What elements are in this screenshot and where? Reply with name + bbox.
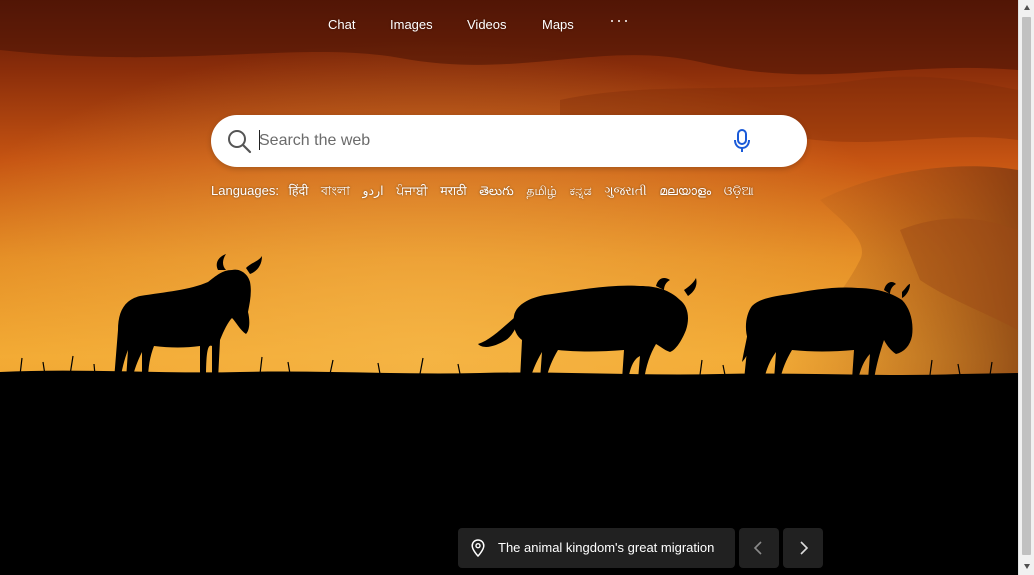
- language-link-tamil[interactable]: தமிழ்: [526, 183, 557, 198]
- language-link-odia[interactable]: ଓଡ଼ିଆ: [724, 183, 754, 198]
- languages-row: Languages: हिंदी বাংলা اردو ਪੰਜਾਬੀ मराठी…: [211, 181, 763, 201]
- language-link-malayalam[interactable]: മലയാളം: [659, 183, 711, 198]
- language-link-telugu[interactable]: తెలుగు: [479, 183, 514, 198]
- vertical-scrollbar[interactable]: [1018, 0, 1034, 575]
- search-box[interactable]: [211, 115, 807, 167]
- scroll-down-icon[interactable]: [1023, 562, 1031, 570]
- page: Chat Images Videos Maps Languages: हिंदी…: [0, 0, 1018, 575]
- next-image-button[interactable]: [783, 528, 823, 568]
- caption-text: The animal kingdom's great migration: [498, 540, 715, 555]
- top-navigation: Chat Images Videos Maps: [0, 16, 1018, 34]
- scrollbar-thumb[interactable]: [1022, 17, 1031, 555]
- nav-chat[interactable]: Chat: [328, 16, 355, 34]
- language-link-urdu[interactable]: اردو: [363, 183, 384, 198]
- previous-image-button[interactable]: [739, 528, 779, 568]
- text-cursor: [259, 130, 260, 150]
- search-input[interactable]: [259, 129, 709, 153]
- nav-maps[interactable]: Maps: [542, 16, 574, 34]
- search-icon: [228, 130, 252, 154]
- background-image: [0, 0, 1018, 575]
- chevron-right-icon: [800, 541, 809, 555]
- language-link-punjabi[interactable]: ਪੰਜਾਬੀ: [396, 183, 427, 198]
- language-link-kannada[interactable]: ಕನ್ನಡ: [570, 183, 592, 198]
- ellipsis-icon[interactable]: [609, 12, 631, 30]
- language-link-bangla[interactable]: বাংলা: [321, 183, 350, 198]
- nav-videos[interactable]: Videos: [467, 16, 507, 34]
- language-link-hindi[interactable]: हिंदी: [289, 183, 309, 198]
- scroll-up-icon[interactable]: [1023, 4, 1031, 12]
- language-link-gujarati[interactable]: ગુજરાતી: [604, 183, 646, 198]
- microphone-icon[interactable]: [731, 128, 753, 154]
- location-pin-icon: [471, 539, 485, 557]
- language-link-marathi[interactable]: मराठी: [440, 183, 466, 198]
- image-caption[interactable]: The animal kingdom's great migration: [458, 528, 735, 568]
- nav-images[interactable]: Images: [390, 16, 433, 34]
- languages-label: Languages:: [211, 183, 279, 198]
- chevron-left-icon: [753, 541, 762, 555]
